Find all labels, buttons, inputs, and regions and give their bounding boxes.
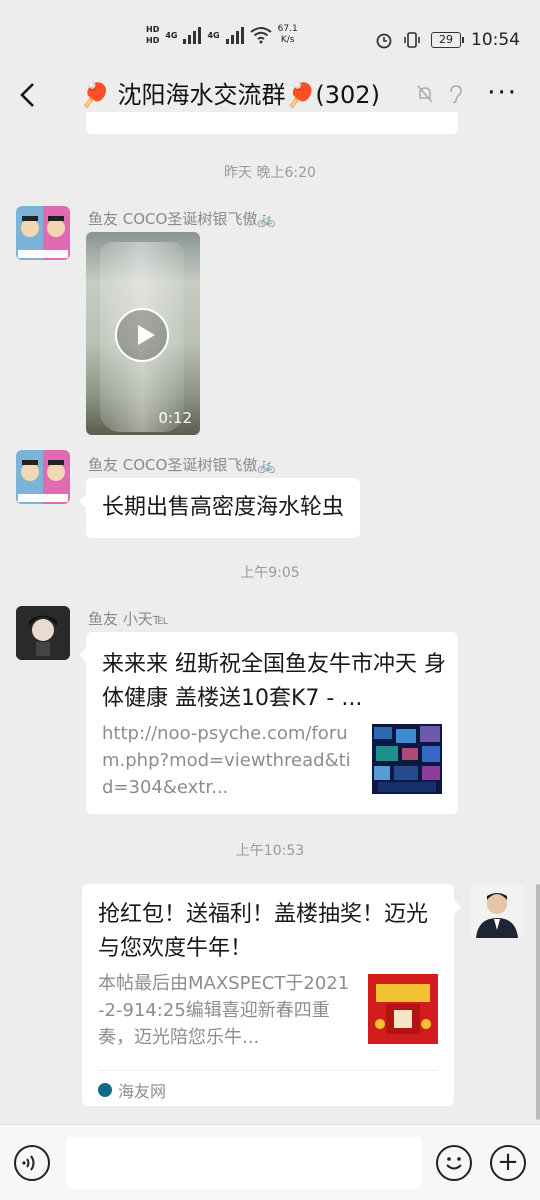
- status-bar: HD HD 4G 4G 67.1 K/s 29 10:54: [0, 0, 540, 62]
- thumbnail-image: [372, 724, 442, 794]
- thumbnail-image: [368, 974, 438, 1044]
- message-input[interactable]: [66, 1137, 422, 1189]
- chevron-left-icon: [20, 83, 34, 107]
- video-duration: 0:12: [158, 409, 192, 427]
- link-card-self[interactable]: 抢红包！送福利！盖楼抽奖！迈光与您欢度牛年！ 本帖最后由MAXSPECT于202…: [82, 884, 461, 1106]
- link-title: 抢红包！送福利！盖楼抽奖！迈光与您欢度牛年！: [98, 902, 429, 961]
- status-right: 29 10:54: [375, 30, 520, 50]
- voice-button[interactable]: [14, 1145, 50, 1181]
- link-description: 本帖最后由MAXSPECT于2021-2-914:25编辑喜迎新春四重奏，迈光陪…: [98, 973, 350, 1048]
- voice-icon: [22, 1155, 35, 1171]
- avatar-image: [16, 206, 70, 260]
- hd-label: HD: [146, 25, 160, 34]
- hd-label: HD: [146, 36, 160, 45]
- avatar-image: [470, 884, 524, 938]
- avatar[interactable]: [16, 206, 70, 260]
- previous-message-card[interactable]: [86, 112, 458, 134]
- avatar[interactable]: [16, 606, 70, 660]
- back-button[interactable]: [16, 78, 46, 112]
- battery-level: 29: [439, 33, 453, 46]
- link-thumbnail: [368, 974, 438, 1044]
- bell-off-icon: [417, 85, 433, 103]
- ear-icon: [450, 85, 462, 104]
- signal-icon: [183, 26, 202, 44]
- my-avatar[interactable]: [470, 884, 524, 938]
- link-card[interactable]: 来来来 纽斯祝全国鱼友牛市冲天 身体健康 盖楼送10套K7 - ... http…: [79, 632, 458, 814]
- network-type: 4G: [207, 30, 220, 40]
- emoji-button[interactable]: [436, 1145, 472, 1181]
- video-message[interactable]: 0:12: [86, 232, 200, 435]
- signal-icon: [225, 26, 244, 44]
- scrollbar[interactable]: [536, 884, 540, 1120]
- timestamp: 上午9:05: [240, 565, 300, 581]
- play-icon[interactable]: [115, 308, 169, 362]
- input-bar: +: [0, 1124, 540, 1200]
- avatar[interactable]: [16, 450, 70, 504]
- wifi-icon: [250, 27, 272, 44]
- timestamp: 上午10:53: [235, 843, 305, 859]
- sender-name: 鱼友 COCO圣诞树银飞傲🚲: [88, 210, 277, 228]
- link-thumbnail: [372, 724, 442, 794]
- message-text: 长期出售高密度海水轮虫: [102, 495, 345, 520]
- sender-name: 鱼友 小天℡: [88, 610, 169, 628]
- avatar-image: [16, 606, 70, 660]
- network-type: 4G: [165, 30, 178, 40]
- link-description: http://noo-psyche.com/forum.php?mod=view…: [102, 723, 351, 798]
- title-status-icons: [416, 84, 464, 104]
- speed-unit: K/s: [280, 35, 295, 45]
- status-left: HD HD 4G 4G 67.1 K/s: [146, 24, 298, 46]
- plus-button[interactable]: +: [490, 1145, 526, 1181]
- link-source: 海友网: [98, 1078, 166, 1102]
- more-button[interactable]: ···: [487, 78, 518, 108]
- hd-indicator: HD HD: [146, 24, 159, 46]
- source-icon: [98, 1083, 112, 1097]
- text-message-bubble[interactable]: 长期出售高密度海水轮虫: [78, 478, 361, 538]
- chat-title: 🏓 沈阳海水交流群🏓(302): [80, 81, 380, 109]
- link-title: 来来来 纽斯祝全国鱼友牛市冲天 身体健康 盖楼送10套K7 - ...: [102, 652, 446, 711]
- source-name: 海友网: [118, 1082, 167, 1101]
- timestamp: 昨天 晚上6:20: [224, 165, 316, 181]
- vibrate-icon: [404, 32, 420, 48]
- network-speed: 67.1 K/s: [278, 24, 298, 46]
- speed-value: 67.1: [277, 24, 298, 34]
- avatar-image: [16, 450, 70, 504]
- status-time: 10:54: [471, 30, 520, 50]
- battery-icon: 29: [431, 32, 464, 48]
- alarm-icon: [376, 33, 392, 49]
- sender-name: 鱼友 COCO圣诞树银飞傲🚲: [88, 456, 277, 474]
- card-divider: [98, 1070, 438, 1071]
- emoji-icon: [446, 1157, 462, 1170]
